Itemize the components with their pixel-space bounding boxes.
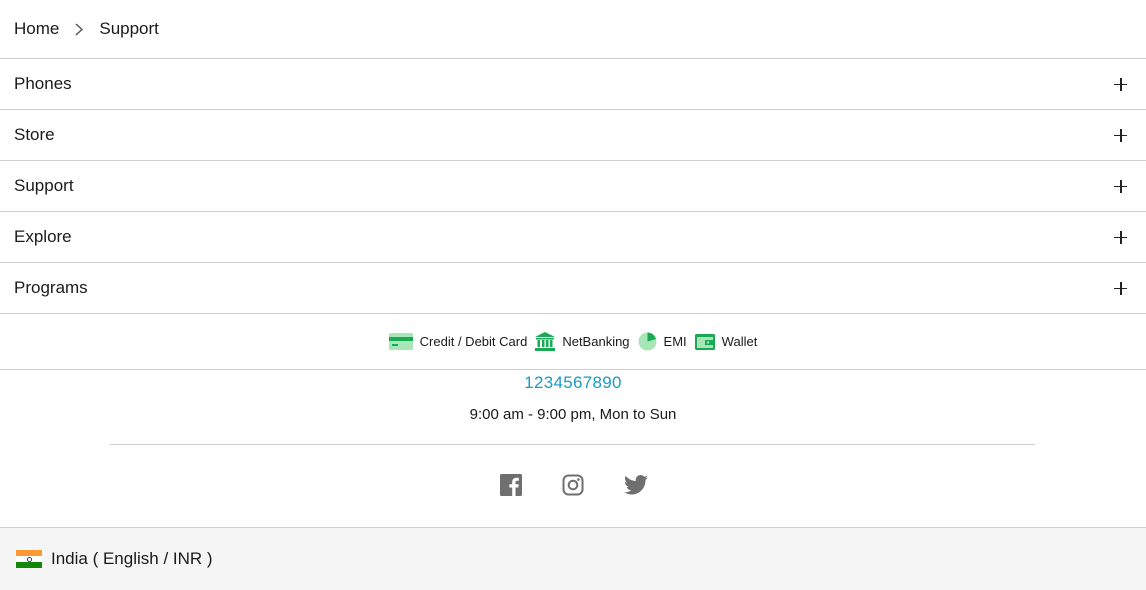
payment-label: EMI — [663, 334, 687, 349]
accordion-store[interactable]: Store — [0, 110, 1146, 161]
social-links — [0, 474, 1146, 498]
twitter-icon[interactable] — [624, 474, 648, 496]
locale-selector[interactable]: India ( English / INR ) — [0, 527, 1146, 590]
accordion-explore[interactable]: Explore — [0, 212, 1146, 263]
accordion-label: Explore — [14, 227, 72, 246]
payment-wallet: Wallet — [694, 333, 758, 350]
chevron-right-icon — [59, 22, 99, 36]
footer-accordion: Phones Store Support Explore Programs — [0, 59, 1146, 314]
accordion-label: Support — [14, 176, 74, 195]
breadcrumb: Home Support — [0, 0, 1146, 59]
payment-methods: Credit / Debit Card NetBanking EMI Walle… — [0, 314, 1146, 370]
payment-credit-debit-card: Credit / Debit Card — [388, 333, 528, 350]
breadcrumb-home-link[interactable]: Home — [14, 19, 59, 39]
credit-card-icon — [388, 333, 413, 350]
accordion-support[interactable]: Support — [0, 161, 1146, 212]
locale-label: India ( English / INR ) — [51, 549, 213, 568]
accordion-label: Phones — [14, 74, 72, 93]
india-flag-icon — [16, 550, 42, 568]
pie-chart-icon — [638, 332, 657, 351]
payment-emi: EMI — [638, 332, 687, 351]
payment-label: Credit / Debit Card — [419, 334, 528, 349]
plus-icon[interactable] — [1114, 128, 1127, 142]
wallet-icon — [694, 334, 715, 350]
accordion-label: Store — [14, 125, 55, 144]
plus-icon[interactable] — [1114, 77, 1127, 91]
plus-icon[interactable] — [1114, 179, 1127, 193]
accordion-label: Programs — [14, 278, 88, 297]
support-hours: 9:00 am - 9:00 pm, Mon to Sun — [469, 406, 677, 423]
divider — [110, 444, 1035, 445]
accordion-phones[interactable]: Phones — [0, 59, 1146, 110]
plus-icon[interactable] — [1114, 230, 1127, 244]
bank-icon — [535, 332, 556, 351]
breadcrumb-current: Support — [99, 19, 159, 38]
instagram-icon[interactable] — [562, 474, 584, 496]
support-phone-link[interactable]: 1234567890 — [0, 370, 1146, 393]
payment-label: Wallet — [721, 334, 758, 349]
accordion-programs[interactable]: Programs — [0, 263, 1146, 314]
facebook-icon[interactable] — [500, 474, 522, 496]
plus-icon[interactable] — [1114, 281, 1127, 295]
payment-netbanking: NetBanking — [535, 332, 630, 351]
payment-label: NetBanking — [562, 334, 630, 349]
contact-section: 1234567890 9:00 am - 9:00 pm, Mon to Sun — [0, 370, 1146, 498]
